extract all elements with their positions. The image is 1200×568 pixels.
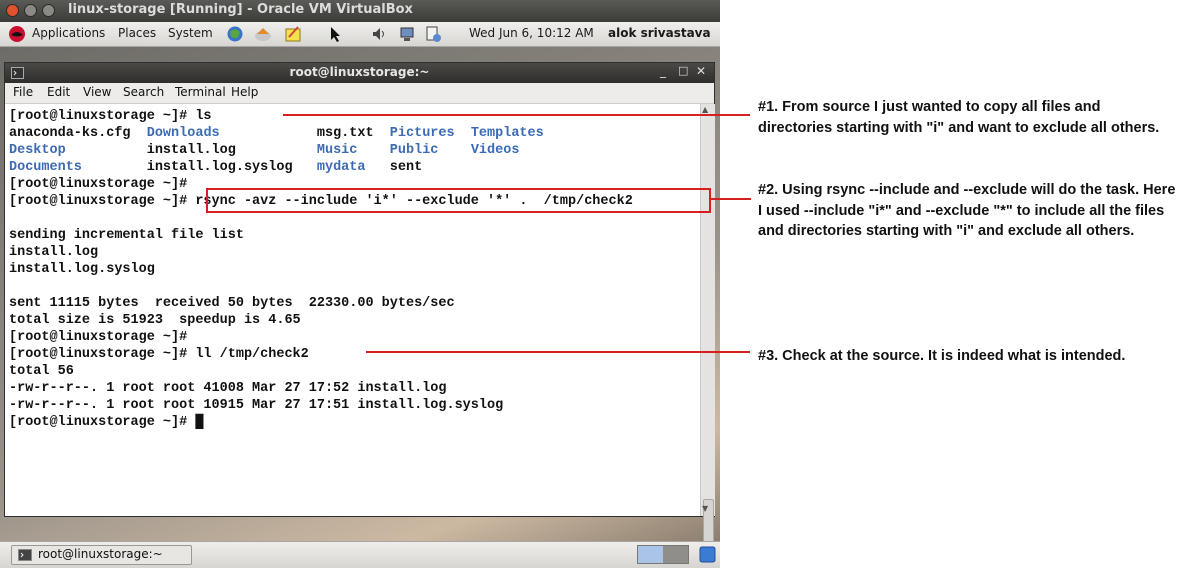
- terminal-titlebar[interactable]: root@linuxstorage:~ _ □ ✕: [5, 63, 714, 83]
- terminal-line: sending incremental file list: [9, 227, 633, 244]
- terminal-line: total size is 51923 speedup is 4.65: [9, 312, 633, 329]
- terminal-line: [root@linuxstorage ~]#: [9, 329, 633, 346]
- scroll-up-icon[interactable]: ▲: [702, 105, 708, 114]
- terminal-text: mydata: [316, 160, 366, 175]
- terminal-text: sent 11115 bytes received 50 bytes 22330…: [9, 296, 455, 311]
- terminal-line: total 56: [9, 363, 633, 380]
- terminal-line: [root@linuxstorage ~]# ls: [9, 108, 633, 125]
- terminal-text: Pictures: [389, 126, 455, 141]
- gnome-top-panel: Applications Places System Wed Jun 6, 10…: [0, 22, 720, 47]
- terminal-menubar: File Edit View Search Terminal Help: [5, 83, 714, 104]
- terminal-text: install.log.syslog: [9, 262, 155, 277]
- terminal-line: anaconda-ks.cfg Downloads msg.txt Pictur…: [9, 125, 633, 142]
- terminal-text: Templates: [470, 126, 544, 141]
- volume-icon[interactable]: [370, 25, 388, 43]
- terminal-lines: [root@linuxstorage ~]# ls anaconda-ks.cfg…: [9, 108, 633, 431]
- rsync-command-highlight: [206, 188, 711, 213]
- terminal-text: Desktop: [9, 143, 66, 158]
- annotation-2: #2. Using rsync --include and --exclude …: [758, 182, 1176, 239]
- annotation-2-connector: [711, 198, 751, 200]
- close-icon[interactable]: [6, 4, 19, 17]
- terminal-line: -rw-r--r--. 1 root root 41008 Mar 27 17:…: [9, 380, 633, 397]
- terminal-output[interactable]: [root@linuxstorage ~]# ls anaconda-ks.cfg…: [5, 104, 700, 516]
- redhat-logo-icon: [9, 26, 25, 42]
- window-title: linux-storage [Running] - Oracle VM Virt…: [68, 2, 413, 17]
- terminal-line: -rw-r--r--. 1 root root 10915 Mar 27 17:…: [9, 397, 633, 414]
- virtualbox-titlebar: linux-storage [Running] - Oracle VM Virt…: [0, 0, 720, 22]
- terminal-text: install.log: [9, 245, 99, 260]
- terminal-text: [root@linuxstorage ~]#: [9, 330, 188, 345]
- terminal-text: Downloads: [146, 126, 220, 141]
- taskbar-label: root@linuxstorage:~: [38, 547, 163, 561]
- menu-view[interactable]: View: [83, 85, 111, 99]
- terminal-window: root@linuxstorage:~ _ □ ✕ File Edit View…: [4, 62, 715, 544]
- terminal-text: msg.txt: [219, 126, 390, 141]
- terminal-text: Videos: [470, 143, 520, 158]
- terminal-line: sent 11115 bytes received 50 bytes 22330…: [9, 295, 633, 312]
- annotation-3: #3. Check at the source. It is indeed wh…: [758, 348, 1126, 364]
- taskbar-terminal-button[interactable]: root@linuxstorage:~: [11, 545, 192, 565]
- annotation-1: #1. From source I just wanted to copy al…: [758, 99, 1160, 136]
- update-notifier-icon[interactable]: [424, 25, 442, 43]
- terminal-text: install.log: [65, 143, 317, 158]
- annotation-3-connector: [366, 351, 750, 353]
- close-icon[interactable]: ✕: [696, 64, 706, 78]
- terminal-text: total 56: [9, 364, 74, 379]
- terminal-text: -rw-r--r--. 1 root root 41008 Mar 27 17:…: [9, 381, 447, 396]
- terminal-text: -rw-r--r--. 1 root root 10915 Mar 27 17:…: [9, 398, 504, 413]
- terminal-icon: [18, 549, 32, 561]
- menu-help[interactable]: Help: [231, 85, 258, 99]
- user-menu[interactable]: alok srivastava: [608, 26, 711, 40]
- network-icon[interactable]: [398, 25, 416, 43]
- terminal-text: [root@linuxstorage ~]#: [9, 415, 196, 430]
- terminal-text: total size is 51923 speedup is 4.65: [9, 313, 301, 328]
- menu-file[interactable]: File: [13, 85, 33, 99]
- menu-search[interactable]: Search: [123, 85, 164, 99]
- mouse-pointer-icon: [331, 27, 340, 42]
- terminal-line: Desktop install.log Music Public Videos: [9, 142, 633, 159]
- terminal-line: Documents install.log.syslog mydata sent: [9, 159, 633, 176]
- menu-terminal[interactable]: Terminal: [175, 85, 226, 99]
- clock[interactable]: Wed Jun 6, 10:12 AM: [469, 26, 594, 40]
- terminal-text: sent: [365, 160, 423, 175]
- terminal-line: [root@linuxstorage ~]# █: [9, 414, 633, 431]
- places-menu[interactable]: Places: [118, 26, 156, 40]
- terminal-text: [root@linuxstorage ~]# ls: [9, 109, 212, 124]
- virtualbox-window: linux-storage [Running] - Oracle VM Virt…: [0, 0, 720, 568]
- terminal-title: root@linuxstorage:~: [289, 65, 430, 79]
- terminal-line: install.log.syslog: [9, 261, 633, 278]
- terminal-cursor: █: [195, 415, 204, 430]
- terminal-line: install.log: [9, 244, 633, 261]
- terminal-text: Music: [316, 143, 358, 158]
- terminal-scrollbar[interactable]: ▲ ▼: [700, 104, 715, 544]
- trash-icon[interactable]: [699, 545, 716, 563]
- applications-menu[interactable]: Applications: [32, 26, 105, 40]
- terminal-text: sending incremental file list: [9, 228, 244, 243]
- maximize-icon[interactable]: □: [678, 64, 688, 77]
- notes-icon[interactable]: [284, 25, 302, 43]
- scroll-down-icon[interactable]: ▼: [702, 504, 708, 513]
- terminal-text: Documents: [9, 160, 82, 175]
- terminal-text: [root@linuxstorage ~]# ll /tmp/check2: [9, 347, 309, 362]
- bottom-taskbar: root@linuxstorage:~: [0, 541, 720, 568]
- minimize-icon[interactable]: _: [660, 64, 666, 78]
- menu-edit[interactable]: Edit: [47, 85, 70, 99]
- terminal-text: [root@linuxstorage ~]#: [9, 177, 188, 192]
- terminal-text: Public: [389, 143, 439, 158]
- system-menu[interactable]: System: [168, 26, 213, 40]
- terminal-text: anaconda-ks.cfg: [9, 126, 147, 141]
- maximize-icon[interactable]: [42, 4, 55, 17]
- web-browser-icon[interactable]: [226, 25, 244, 43]
- terminal-text: install.log.syslog: [81, 160, 317, 175]
- email-client-icon[interactable]: [254, 25, 272, 43]
- minimize-icon[interactable]: [24, 4, 37, 17]
- terminal-line: [root@linuxstorage ~]# ll /tmp/check2: [9, 346, 633, 363]
- workspace-switcher[interactable]: [637, 545, 689, 564]
- annotation-1-connector: [283, 114, 750, 116]
